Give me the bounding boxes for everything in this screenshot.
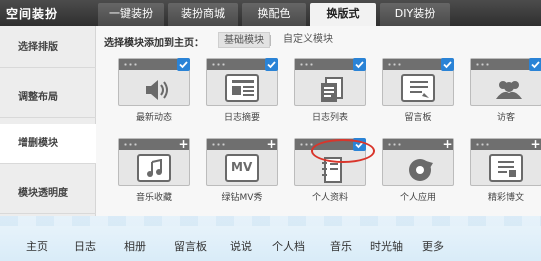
decorative-wave xyxy=(0,216,541,226)
nav-timeline[interactable]: 时光轴 xyxy=(370,238,403,254)
tab-diy[interactable]: DIY装扮 xyxy=(380,3,450,26)
module-label: 精彩博文 xyxy=(487,193,524,203)
add-plus-icon[interactable]: + xyxy=(177,138,190,151)
blog-post-icon xyxy=(489,154,523,182)
music-note-icon xyxy=(137,154,171,182)
module-label: 绿钻MV秀 xyxy=(221,193,263,203)
sidebar-item-transparency[interactable]: 模块透明度 xyxy=(0,174,96,214)
nav-music[interactable]: 音乐 xyxy=(330,238,352,254)
tab-custom-modules[interactable]: 自定义模块 xyxy=(278,32,338,48)
nav-album[interactable]: 相册 xyxy=(124,238,146,254)
module-label: 个人应用 xyxy=(399,193,436,203)
module-card[interactable] xyxy=(118,58,190,106)
add-plus-icon[interactable]: + xyxy=(441,138,454,151)
app-refresh-icon xyxy=(401,154,435,182)
module-label: 留言板 xyxy=(404,113,432,123)
module-label: 日志列表 xyxy=(311,113,348,123)
tab-layout[interactable]: 换版式 xyxy=(310,3,376,26)
module-label: 日志摘要 xyxy=(223,113,260,123)
sub-tab-divider xyxy=(270,35,271,46)
added-check-icon xyxy=(353,58,366,71)
tab-basic-modules[interactable]: 基础模块 xyxy=(218,32,270,48)
app-title: 空间装扮 xyxy=(6,7,59,21)
sidebar: 选择排版 调整布局 增删模块 模块透明度 xyxy=(0,26,97,216)
module-card[interactable]: + xyxy=(470,138,541,186)
nav-shuoshuo[interactable]: 说说 xyxy=(230,238,252,254)
article-icon xyxy=(225,74,259,102)
module-card[interactable] xyxy=(382,58,454,106)
tab-store[interactable]: 装扮商城 xyxy=(168,3,238,26)
tab-color[interactable]: 换配色 xyxy=(242,3,306,26)
module-card[interactable]: + xyxy=(118,138,190,186)
module-card[interactable]: + xyxy=(382,138,454,186)
bottom-nav: 主页 日志 相册 留言板 说说 个人档 音乐 时光轴 更多 xyxy=(0,216,541,261)
module-label: 最新动态 xyxy=(135,113,172,123)
module-card[interactable] xyxy=(206,58,278,106)
nav-home[interactable]: 主页 xyxy=(26,238,48,254)
nav-message-board[interactable]: 留言板 xyxy=(174,238,207,254)
top-bar: 空间装扮 一键装扮 装扮商城 换配色 换版式 DIY装扮 xyxy=(0,0,541,26)
module-card[interactable]: + MV xyxy=(206,138,278,186)
module-label: 个人资料 xyxy=(311,193,348,203)
tab-one-click[interactable]: 一键装扮 xyxy=(98,3,164,26)
module-card[interactable] xyxy=(470,58,541,106)
add-plus-icon[interactable]: + xyxy=(265,138,278,151)
sidebar-item-modules[interactable]: 增删模块 xyxy=(0,124,97,164)
message-board-icon xyxy=(401,74,435,102)
added-check-icon xyxy=(441,58,454,71)
speaker-icon xyxy=(137,74,171,102)
added-check-icon xyxy=(265,58,278,71)
module-label: 访客 xyxy=(496,113,515,123)
add-plus-icon[interactable]: + xyxy=(529,138,541,151)
sidebar-item-adjust-layout[interactable]: 调整布局 xyxy=(0,78,96,118)
added-check-icon xyxy=(177,58,190,71)
mv-icon: MV xyxy=(225,154,259,182)
add-modules-label: 选择模块添加到主页： xyxy=(104,38,204,49)
document-list-icon xyxy=(313,74,347,102)
nav-log[interactable]: 日志 xyxy=(74,238,96,254)
module-panel: 选择模块添加到主页： 基础模块 自定义模块 最新动态 日志摘要 日志列表 留言板… xyxy=(96,26,541,216)
added-check-icon xyxy=(529,58,541,71)
nav-profile[interactable]: 个人档 xyxy=(272,238,305,254)
mv-text: MV xyxy=(231,160,253,174)
sidebar-item-choose-layout[interactable]: 选择排版 xyxy=(0,28,96,68)
visitors-icon xyxy=(489,74,523,102)
highlight-ring xyxy=(311,139,375,163)
module-label: 音乐收藏 xyxy=(135,193,172,203)
nav-more[interactable]: 更多 xyxy=(422,238,444,254)
module-card[interactable] xyxy=(294,58,366,106)
